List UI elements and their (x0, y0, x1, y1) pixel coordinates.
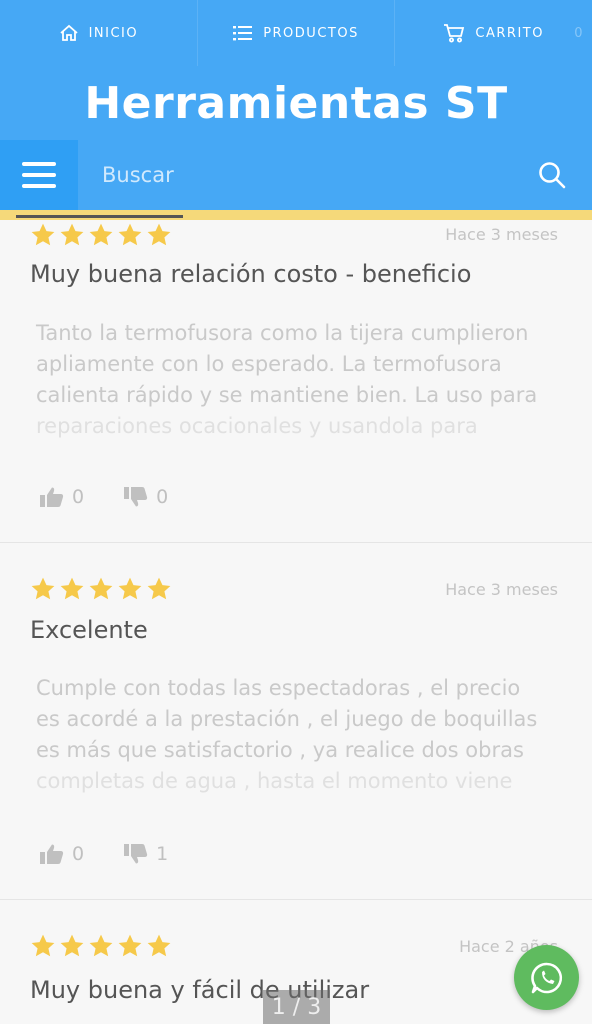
thumbs-down-icon (124, 487, 148, 507)
review-body-line: Cumple con todas las espectadoras , el p… (36, 676, 521, 700)
thumbs-up-icon (40, 844, 64, 864)
reviews-list: Hace 3 meses Muy buena relación costo - … (0, 220, 592, 1024)
list-icon (233, 26, 253, 41)
review-votes: 0 1 (40, 843, 168, 865)
review-card: Hace 3 meses Muy buena relación costo - … (0, 220, 592, 543)
review-body[interactable]: Cumple con todas las espectadoras , el p… (36, 673, 566, 797)
site-title[interactable]: Herramientas ST (84, 78, 507, 129)
menu-button[interactable] (0, 140, 78, 210)
review-body-line: reparaciones ocacionales y usandola para (36, 414, 478, 438)
hamburger-icon (22, 162, 56, 166)
brand-header: Herramientas ST (0, 66, 592, 140)
dislike-count: 0 (156, 486, 169, 508)
page-indicator: 1 / 3 (263, 990, 330, 1024)
star-icon (118, 577, 142, 600)
review-body-line: es más que satisfactorio , ya realice do… (36, 738, 524, 762)
scroll-progress-bar (16, 215, 183, 218)
review-body-line: calienta rápido y se mantiene bien. La u… (36, 383, 538, 407)
cart-count: 0 (574, 26, 585, 41)
nav-productos-label: PRODUCTOS (263, 25, 359, 41)
review-body[interactable]: Tanto la termofusora como la tijera cump… (36, 318, 566, 442)
like-count: 0 (72, 843, 85, 865)
review-body-line: completas de agua , hasta el momento vie… (36, 769, 513, 793)
dislike-button[interactable]: 0 (124, 486, 168, 508)
review-card: Hace 3 meses Excelente Cumple con todas … (0, 543, 592, 900)
cart-icon (444, 24, 465, 43)
star-rating (30, 933, 172, 959)
star-rating (30, 576, 172, 602)
dislike-count: 1 (156, 843, 169, 865)
review-date: Hace 3 meses (445, 580, 558, 599)
star-icon (89, 577, 113, 600)
hamburger-icon-line (22, 184, 56, 188)
star-icon (31, 223, 55, 246)
hamburger-icon-line (22, 173, 56, 177)
star-icon (147, 223, 171, 246)
star-icon (60, 223, 84, 246)
star-icon (147, 934, 171, 957)
nav-carrito[interactable]: CARRITO 0 (395, 0, 592, 66)
nav-carrito-label: CARRITO (475, 25, 544, 41)
star-icon (31, 577, 55, 600)
like-button[interactable]: 0 (40, 843, 84, 865)
star-icon (31, 934, 55, 957)
top-nav: INICIO PRODUCTOS CARRITO 0 (0, 0, 592, 66)
home-icon (59, 24, 78, 41)
nav-productos[interactable]: PRODUCTOS (198, 0, 396, 66)
star-icon (147, 577, 171, 600)
review-body-line: es acordé a la prestación , el juego de … (36, 707, 538, 731)
review-date: Hace 3 meses (445, 225, 558, 244)
review-votes: 0 0 (40, 486, 168, 508)
thumbs-down-icon (124, 844, 148, 864)
search-button[interactable] (512, 140, 592, 210)
review-body-line: apliamente con lo esperado. La termofuso… (36, 352, 502, 376)
star-icon (118, 934, 142, 957)
like-button[interactable]: 0 (40, 486, 84, 508)
like-count: 0 (72, 486, 85, 508)
star-icon (60, 577, 84, 600)
search-bar (0, 140, 592, 210)
search-icon (539, 162, 566, 189)
star-icon (118, 223, 142, 246)
review-title: Muy buena relación costo - beneficio (30, 260, 472, 288)
star-icon (89, 223, 113, 246)
whatsapp-icon (530, 962, 562, 993)
star-rating (30, 222, 172, 248)
review-body-line: Tanto la termofusora como la tijera cump… (36, 321, 529, 345)
nav-inicio-label: INICIO (88, 25, 139, 41)
whatsapp-button[interactable] (514, 945, 579, 1010)
star-icon (60, 934, 84, 957)
star-icon (89, 934, 113, 957)
nav-inicio[interactable]: INICIO (0, 0, 198, 66)
dislike-button[interactable]: 1 (124, 843, 168, 865)
thumbs-up-icon (40, 487, 64, 507)
search-input[interactable] (78, 140, 512, 210)
review-title: Excelente (30, 616, 148, 644)
